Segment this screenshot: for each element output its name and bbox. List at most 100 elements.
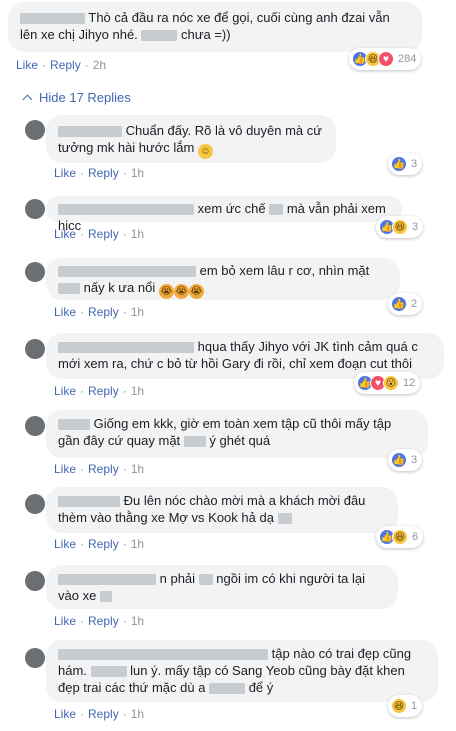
redacted-name: [58, 419, 90, 431]
redacted-word: [198, 574, 213, 586]
avatar[interactable]: [25, 262, 45, 282]
redacted-word: [99, 591, 112, 603]
wow-icon: 😮: [383, 375, 399, 391]
like-link[interactable]: Like: [54, 614, 76, 628]
like-link[interactable]: Like: [16, 58, 38, 72]
redacted-name: [58, 496, 120, 508]
like-link[interactable]: Like: [54, 707, 76, 721]
reply-link[interactable]: Reply: [88, 462, 119, 476]
redacted-name: [58, 126, 122, 138]
like-link[interactable]: Like: [54, 462, 76, 476]
reply-text: n phải: [159, 571, 196, 586]
like-icon: 👍: [391, 156, 407, 172]
redacted-word: [277, 513, 292, 525]
avatar[interactable]: [25, 120, 45, 140]
reaction-count: 3: [412, 221, 419, 233]
redacted-word: [269, 204, 284, 216]
love-icon: ♥: [378, 51, 394, 67]
reaction-summary[interactable]: 👍 ♥ 😮 12: [354, 372, 421, 394]
comment-actions: Like · Reply · 2h: [16, 58, 107, 72]
haha-icon: 😆: [392, 529, 408, 545]
reply-text: để ý: [248, 680, 274, 695]
timestamp[interactable]: 1h: [131, 166, 144, 180]
reaction-summary[interactable]: 👍 😆 ♥ 284: [349, 48, 422, 70]
reply-actions: Like · Reply · 1h: [54, 305, 145, 319]
like-link[interactable]: Like: [54, 384, 76, 398]
reaction-summary[interactable]: 👍 😆 3: [376, 216, 424, 238]
reply-link[interactable]: Reply: [88, 707, 119, 721]
timestamp[interactable]: 1h: [131, 537, 144, 551]
reaction-count: 3: [411, 158, 418, 170]
redacted-word: [58, 283, 80, 295]
haha-icon: 😆: [392, 219, 408, 235]
reply-bubble: xem ức chế mà vẫn phải xem hicc: [46, 196, 402, 233]
timestamp[interactable]: 1h: [131, 384, 144, 398]
reply-actions: Like · Reply · 1h: [54, 537, 145, 551]
haha-icon: 😆: [391, 698, 407, 714]
smile-emoji-icon: ☺: [197, 144, 213, 159]
crying-emoji-icon: 😭: [173, 284, 189, 299]
reply-actions: Like · Reply · 1h: [54, 462, 145, 476]
redacted-word: [183, 436, 206, 448]
hide-replies-link[interactable]: Hide 17 Replies: [22, 90, 131, 105]
redacted-name: [58, 574, 156, 586]
reply-link[interactable]: Reply: [88, 384, 119, 398]
reply-link[interactable]: Reply: [88, 166, 119, 180]
like-icon: 👍: [391, 452, 407, 468]
avatar[interactable]: [25, 571, 45, 591]
reaction-summary[interactable]: 👍 2: [388, 293, 423, 315]
timestamp[interactable]: 1h: [131, 462, 144, 476]
like-icon: 👍: [391, 296, 407, 312]
like-link[interactable]: Like: [54, 305, 76, 319]
reply-link[interactable]: Reply: [88, 537, 119, 551]
reaction-count: 6: [412, 531, 419, 543]
avatar[interactable]: [25, 416, 45, 436]
reaction-summary[interactable]: 👍 3: [388, 153, 423, 175]
comment-text: chưa =)): [181, 27, 231, 42]
timestamp[interactable]: 1h: [131, 707, 144, 721]
reaction-summary[interactable]: 😆 1: [388, 695, 423, 717]
timestamp[interactable]: 1h: [131, 614, 144, 628]
redacted-name: [141, 30, 178, 42]
redacted-name: [58, 342, 194, 354]
like-link[interactable]: Like: [54, 166, 76, 180]
redacted-name: [58, 649, 268, 661]
reply-link[interactable]: Reply: [50, 58, 81, 72]
timestamp[interactable]: 1h: [131, 227, 144, 241]
avatar[interactable]: [25, 199, 45, 219]
reply-text: ý ghét quá: [209, 433, 271, 448]
avatar[interactable]: [25, 339, 45, 359]
redacted-name: [90, 666, 127, 678]
crying-emoji-icon: 😭: [158, 284, 174, 299]
avatar[interactable]: [25, 494, 45, 514]
redacted-word: [209, 683, 246, 695]
reply-link[interactable]: Reply: [88, 305, 119, 319]
reply-actions: Like · Reply · 1h: [54, 166, 145, 180]
avatar[interactable]: [25, 648, 45, 668]
like-link[interactable]: Like: [54, 227, 76, 241]
reply-text: em bỏ xem lâu r cơ, nhìn mặt: [199, 263, 370, 278]
reaction-count: 1: [411, 700, 418, 712]
like-link[interactable]: Like: [54, 537, 76, 551]
reply-text: xem ức chế: [197, 201, 266, 216]
comment-bubble: Thò cả đầu ra nóc xe để gọi, cuối cùng a…: [8, 2, 422, 52]
reply-actions: Like · Reply · 1h: [54, 227, 145, 241]
reply-text: nấy k ưa nổi: [83, 280, 156, 295]
reaction-summary[interactable]: 👍 😆 6: [376, 526, 424, 548]
reply-bubble: Đu lên nóc chào mời mà a khách mời đâu t…: [46, 487, 398, 533]
reaction-count: 12: [403, 377, 416, 389]
reply-bubble: em bỏ xem lâu r cơ, nhìn mặt nấy k ưa nổ…: [46, 258, 400, 300]
reply-bubble: Chuẩn đấy. Rõ là vô duyên mà cứ tưởng mk…: [46, 115, 336, 163]
timestamp[interactable]: 2h: [93, 58, 106, 72]
reply-actions: Like · Reply · 1h: [54, 614, 145, 628]
reply-actions: Like · Reply · 1h: [54, 707, 145, 721]
timestamp[interactable]: 1h: [131, 305, 144, 319]
reaction-summary[interactable]: 👍 3: [388, 449, 423, 471]
reaction-count: 3: [411, 454, 418, 466]
reply-link[interactable]: Reply: [88, 614, 119, 628]
reply-bubble: tập nào có trai đẹp cũng hám. lun ý. mấy…: [46, 640, 438, 702]
crying-emoji-icon: 😭: [188, 284, 204, 299]
reaction-count: 2: [411, 298, 418, 310]
reply-link[interactable]: Reply: [88, 227, 119, 241]
hide-replies-label: Hide 17 Replies: [39, 90, 131, 105]
